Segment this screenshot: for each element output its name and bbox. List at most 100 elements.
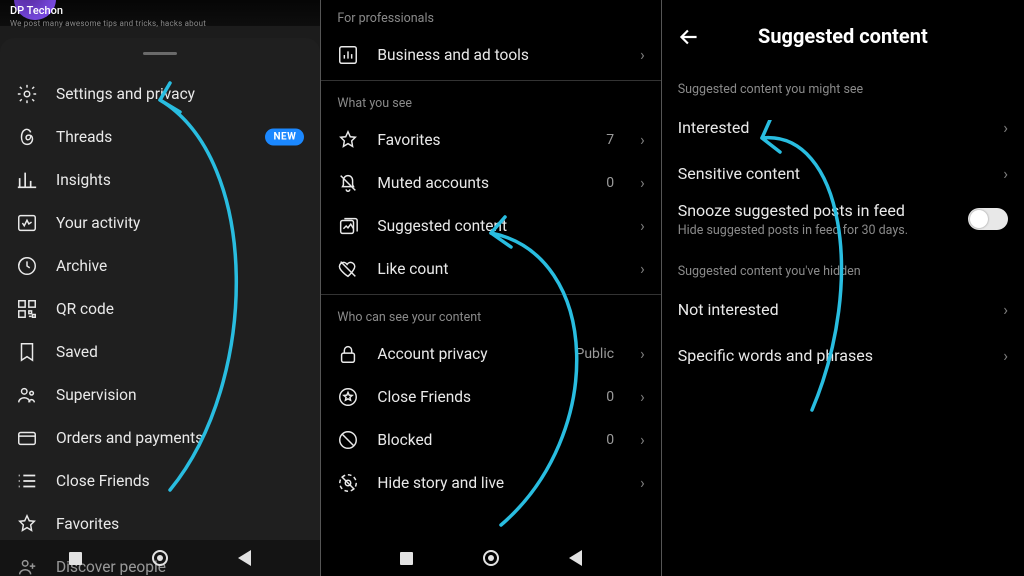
section-label: What you see [321,85,660,118]
nav-home-icon[interactable] [152,550,168,566]
nav-recents-icon[interactable] [69,552,82,565]
settings-item-likecount[interactable]: Like count › [321,247,660,290]
menu-item-label: Saved [56,343,98,361]
toggle-switch[interactable] [968,208,1008,230]
list-item-sensitive[interactable]: Sensitive content › [662,150,1024,196]
settings-item-business[interactable]: Business and ad tools › [321,33,660,76]
settings-item-closefriends[interactable]: Close Friends 0 › [321,375,660,418]
menu-item-payments[interactable]: Orders and payments [0,416,320,459]
menu-item-label: Threads [56,128,112,146]
sheet-grabber[interactable] [143,52,177,55]
chevron-right-icon: › [1003,300,1008,319]
chevron-right-icon: › [640,46,645,64]
menu-item-settings[interactable]: Settings and privacy [0,72,320,115]
lock-icon [337,343,359,365]
threads-icon [16,126,38,148]
list-item-snooze[interactable]: Snooze suggested posts in feed Hide sugg… [662,196,1024,242]
list-item-label: Snooze suggested posts in feed [678,201,908,220]
divider [321,294,660,295]
chevron-right-icon: › [640,388,645,406]
menu-item-label: Supervision [56,386,137,404]
list-item-label: Not interested [678,300,779,319]
settings-item-suggested[interactable]: Suggested content › [321,204,660,247]
settings-item-value: 0 [606,175,614,191]
android-navbar [0,540,320,576]
panel-settings: For professionals Business and ad tools … [321,0,660,576]
menu-item-label: QR code [56,300,114,318]
star-circle-icon [337,386,359,408]
chart-icon [337,44,359,66]
divider [321,80,660,81]
menu-item-qr[interactable]: QR code [0,287,320,330]
settings-item-label: Business and ad tools [377,46,529,64]
activity-icon [16,212,38,234]
header: Suggested content [662,0,1024,60]
chevron-right-icon: › [640,174,645,192]
story-off-icon [337,472,359,494]
settings-item-hidestory[interactable]: Hide story and live › [321,461,660,504]
settings-item-label: Hide story and live [377,474,504,492]
block-icon [337,429,359,451]
list-item-interested[interactable]: Interested › [662,104,1024,150]
panel-menu: DP Techon We post many awesome tips and … [0,0,320,576]
menu-item-label: Favorites [56,515,119,533]
chevron-right-icon: › [640,345,645,363]
insights-icon [16,169,38,191]
archive-icon [16,255,38,277]
chevron-right-icon: › [1003,164,1008,183]
supervision-icon [16,384,38,406]
panel-suggested: Suggested content Suggested content you … [662,0,1024,576]
settings-item-label: Muted accounts [377,174,489,192]
menu-item-label: Insights [56,171,111,189]
menu-item-saved[interactable]: Saved [0,330,320,373]
settings-item-label: Close Friends [377,388,471,406]
menu-item-activity[interactable]: Your activity [0,201,320,244]
nav-back-icon[interactable] [238,550,251,566]
list-item-sublabel: Hide suggested posts in feed for 30 days… [678,223,908,238]
back-arrow-icon[interactable] [676,24,702,50]
menu-item-threads[interactable]: Threads NEW [0,115,320,158]
settings-item-value: 7 [606,132,614,148]
nav-home-icon[interactable] [483,550,499,566]
settings-item-favorites[interactable]: Favorites 7 › [321,118,660,161]
nav-recents-icon[interactable] [400,552,413,565]
menu-item-insights[interactable]: Insights [0,158,320,201]
menu-item-label: Your activity [56,214,140,232]
chevron-right-icon: › [640,260,645,278]
list-item-words[interactable]: Specific words and phrases › [662,332,1024,378]
settings-item-value: 0 [606,389,614,405]
android-navbar [321,540,660,576]
settings-item-label: Suggested content [377,217,507,235]
settings-item-value: Public [576,346,615,362]
menu-item-close-friends[interactable]: Close Friends [0,459,320,502]
nav-back-icon[interactable] [569,550,582,566]
chevron-right-icon: › [640,431,645,449]
settings-item-muted[interactable]: Muted accounts 0 › [321,161,660,204]
menu-item-label: Orders and payments [56,429,203,447]
menu-item-label: Close Friends [56,472,150,490]
section-label: For professionals [321,0,660,33]
settings-item-blocked[interactable]: Blocked 0 › [321,418,660,461]
list-item-label: Specific words and phrases [678,346,873,365]
saved-icon [16,341,38,363]
list-item-notinterested[interactable]: Not interested › [662,286,1024,332]
chevron-right-icon: › [640,217,645,235]
chevron-right-icon: › [640,131,645,149]
list-item-label: Interested [678,118,750,137]
menu-item-favorites[interactable]: Favorites [0,502,320,545]
settings-item-privacy[interactable]: Account privacy Public › [321,332,660,375]
settings-item-label: Blocked [377,431,432,449]
qr-icon [16,298,38,320]
chevron-right-icon: › [640,474,645,492]
chevron-right-icon: › [1003,346,1008,365]
menu-item-supervision[interactable]: Supervision [0,373,320,416]
profile-name: DP Techon [10,4,63,17]
menu-item-archive[interactable]: Archive [0,244,320,287]
badge-new: NEW [265,128,304,145]
list-item-label: Sensitive content [678,164,800,183]
list-icon [16,470,38,492]
profile-sub: We post many awesome tips and tricks, ha… [10,19,300,28]
settings-item-label: Like count [377,260,448,278]
payments-icon [16,427,38,449]
star-icon [337,129,359,151]
